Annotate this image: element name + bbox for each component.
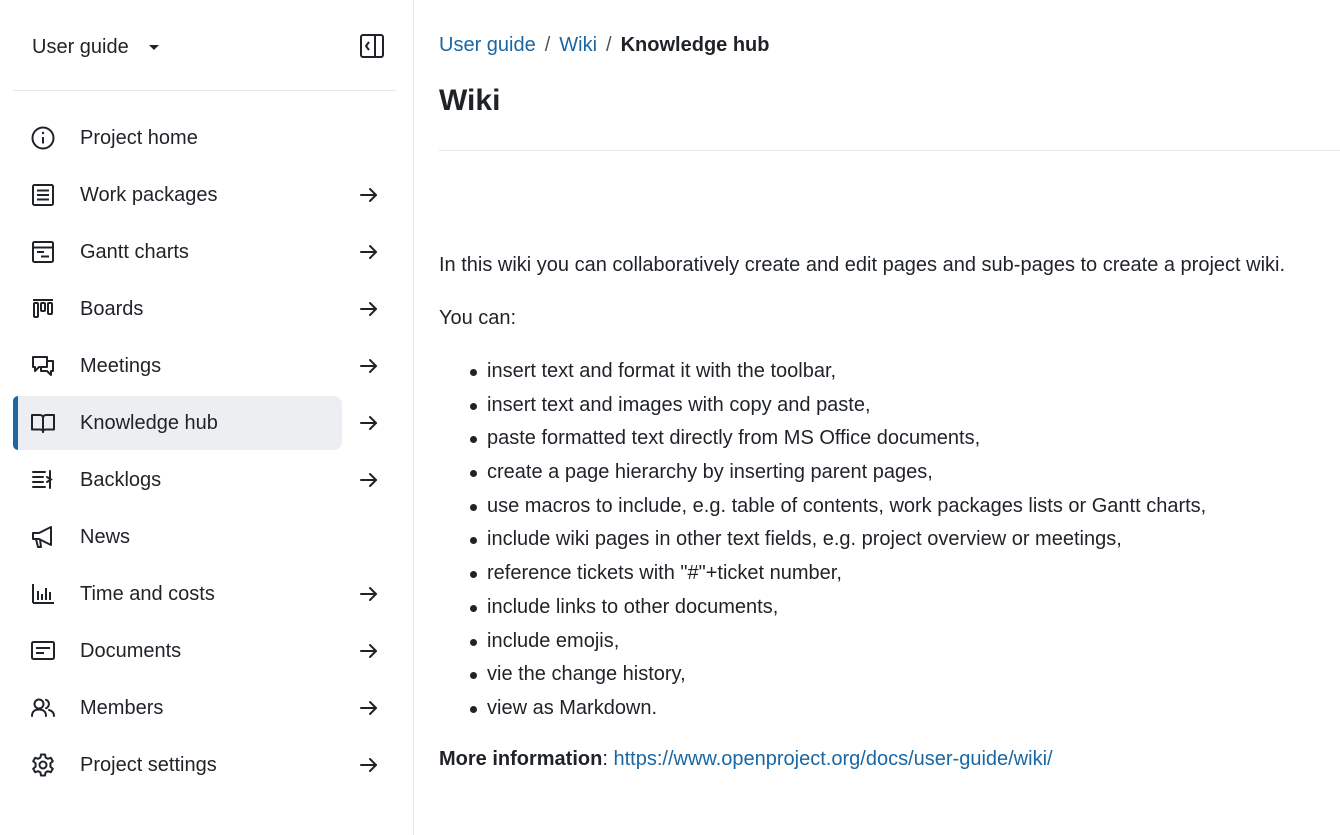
list-item: vie the change history, xyxy=(439,661,1206,695)
sidebar-item-label: Project settings xyxy=(80,753,217,776)
boards-icon xyxy=(30,296,56,322)
document-icon xyxy=(30,638,56,664)
project-name: User guide xyxy=(32,35,129,58)
arrow-right-icon[interactable] xyxy=(357,240,381,264)
list-item: insert text and format it with the toolb… xyxy=(439,358,1206,392)
sidebar-item-members[interactable]: Members xyxy=(13,681,385,735)
gear-icon xyxy=(30,752,56,778)
project-menu: Project home Work packages Gantt charts xyxy=(13,111,385,795)
sidebar-item-boards[interactable]: Boards xyxy=(13,282,385,336)
breadcrumb-separator: / xyxy=(606,34,612,56)
backlogs-icon xyxy=(30,467,56,493)
sidebar-item-label: Members xyxy=(80,696,164,719)
docs-link[interactable]: https://www.openproject.org/docs/user-gu… xyxy=(613,748,1052,770)
sidebar-item-label: Gantt charts xyxy=(80,240,189,263)
list-icon xyxy=(30,182,56,208)
breadcrumb-link-wiki[interactable]: Wiki xyxy=(559,34,597,57)
feature-list: insert text and format it with the toolb… xyxy=(439,358,1206,729)
arrow-right-icon[interactable] xyxy=(357,468,381,492)
list-item: reference tickets with "#"+ticket number… xyxy=(439,560,1206,594)
sidebar-collapse-icon[interactable] xyxy=(358,32,386,60)
arrow-right-icon[interactable] xyxy=(357,696,381,720)
sidebar-item-project-settings[interactable]: Project settings xyxy=(13,738,385,792)
list-item: create a page hierarchy by inserting par… xyxy=(439,459,1206,493)
list-item: include emojis, xyxy=(439,628,1206,662)
arrow-right-icon[interactable] xyxy=(357,639,381,663)
arrow-right-icon[interactable] xyxy=(357,183,381,207)
sidebar-item-label: Knowledge hub xyxy=(80,411,218,434)
sidebar-item-label: Boards xyxy=(80,297,144,320)
members-icon xyxy=(30,695,56,721)
arrow-right-icon[interactable] xyxy=(357,297,381,321)
list-item: paste formatted text directly from MS Of… xyxy=(439,425,1206,459)
breadcrumb-current: Knowledge hub xyxy=(620,34,770,56)
sidebar-item-meetings[interactable]: Meetings xyxy=(13,339,385,393)
megaphone-icon xyxy=(30,524,56,550)
breadcrumb: User guide / Wiki / Knowledge hub xyxy=(439,34,770,57)
main-content: User guide / Wiki / Knowledge hub Wiki I… xyxy=(415,0,1340,835)
more-information-colon: : xyxy=(602,748,614,770)
list-item: include links to other documents, xyxy=(439,594,1206,628)
project-header: User guide xyxy=(0,0,414,92)
sidebar-item-label: Work packages xyxy=(80,183,218,206)
sidebar-item-label: Documents xyxy=(80,639,182,662)
sidebar-item-project-home[interactable]: Project home xyxy=(13,111,385,165)
sidebar-item-backlogs[interactable]: Backlogs xyxy=(13,453,385,507)
sidebar-item-gantt-charts[interactable]: Gantt charts xyxy=(13,225,385,279)
gantt-icon xyxy=(30,239,56,265)
list-item: insert text and images with copy and pas… xyxy=(439,392,1206,426)
sidebar-item-label: Time and costs xyxy=(80,582,215,605)
sidebar-item-time-and-costs[interactable]: Time and costs xyxy=(13,567,385,621)
divider xyxy=(439,150,1340,151)
sidebar-item-label: Meetings xyxy=(80,354,162,377)
list-item: use macros to include, e.g. table of con… xyxy=(439,493,1206,527)
divider xyxy=(13,90,396,91)
more-information-label: More information xyxy=(439,748,603,770)
list-item: view as Markdown. xyxy=(439,695,1206,729)
book-icon xyxy=(30,410,56,436)
active-indicator xyxy=(13,396,18,450)
project-selector[interactable]: User guide xyxy=(32,33,163,61)
sidebar-item-work-packages[interactable]: Work packages xyxy=(13,168,385,222)
info-icon xyxy=(30,125,56,151)
page-title: Wiki xyxy=(439,84,501,117)
arrow-right-icon[interactable] xyxy=(357,753,381,777)
list-item: include wiki pages in other text fields,… xyxy=(439,526,1206,560)
sidebar-item-label: News xyxy=(80,525,131,548)
more-information: More information: https://www.openprojec… xyxy=(439,746,1053,772)
sidebar: User guide Project home Work packages Ga… xyxy=(0,0,414,835)
sidebar-item-label: Project home xyxy=(80,126,198,149)
arrow-right-icon[interactable] xyxy=(357,582,381,606)
you-can-paragraph: You can: xyxy=(439,307,517,329)
sidebar-item-documents[interactable]: Documents xyxy=(13,624,385,678)
sidebar-item-news[interactable]: News xyxy=(13,510,385,564)
breadcrumb-link-user-guide[interactable]: User guide xyxy=(439,34,536,57)
arrow-right-icon[interactable] xyxy=(357,354,381,378)
arrow-right-icon[interactable] xyxy=(357,411,381,435)
sidebar-item-label: Backlogs xyxy=(80,468,162,491)
meetings-icon xyxy=(30,353,56,379)
intro-paragraph: In this wiki you can collaboratively cre… xyxy=(439,254,1286,276)
sidebar-item-knowledge-hub[interactable]: Knowledge hub xyxy=(13,396,385,450)
bar-chart-icon xyxy=(30,581,56,607)
caret-down-icon xyxy=(145,38,163,56)
breadcrumb-separator: / xyxy=(544,34,551,56)
